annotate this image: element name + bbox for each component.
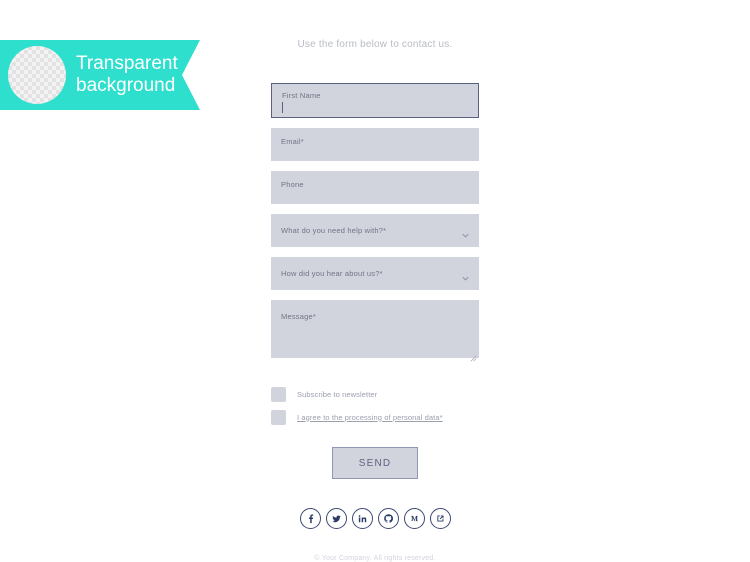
newsletter-checkbox-row[interactable]: Subscribe to newsletter <box>271 386 479 402</box>
first-name-label: First Name <box>282 91 321 100</box>
privacy-consent-checkbox-row[interactable]: I agree to the processing of personal da… <box>271 409 479 425</box>
first-name-field[interactable]: First Name <box>271 83 479 118</box>
resize-handle-icon[interactable] <box>470 349 477 362</box>
consent-checkbox-group: Subscribe to newsletter I agree to the p… <box>271 386 479 425</box>
privacy-consent-checkbox[interactable] <box>271 409 286 425</box>
github-icon[interactable] <box>377 508 399 529</box>
chevron-down-icon <box>462 269 469 281</box>
badge-label: Transparent background <box>76 53 178 96</box>
newsletter-checkbox[interactable] <box>271 386 286 402</box>
help-topic-select[interactable]: What do you need help with?* <box>271 214 479 247</box>
help-topic-label: What do you need help with?* <box>281 226 387 235</box>
email-field[interactable]: Email* <box>271 128 479 161</box>
contact-form: Use the form below to contact us. First … <box>271 0 479 562</box>
newsletter-label: Subscribe to newsletter <box>297 389 378 399</box>
email-label: Email* <box>281 137 304 146</box>
external-link-icon[interactable] <box>429 508 451 529</box>
privacy-consent-label[interactable]: I agree to the processing of personal da… <box>297 413 443 422</box>
phone-field[interactable]: Phone <box>271 171 479 204</box>
copyright-text: © Your Company. All rights reserved. <box>314 555 436 562</box>
transparent-background-badge: Transparent background <box>0 40 200 110</box>
referral-source-select[interactable]: How did you hear about us?* <box>271 257 479 290</box>
social-links <box>271 508 479 529</box>
send-button[interactable]: SEND <box>332 447 418 479</box>
facebook-icon[interactable] <box>299 508 321 529</box>
referral-source-label: How did you hear about us?* <box>281 269 383 278</box>
text-cursor <box>282 102 283 113</box>
twitter-icon[interactable] <box>325 508 347 529</box>
message-label: Message* <box>281 312 316 321</box>
chevron-down-icon <box>462 226 469 238</box>
transparency-checker-circle-icon <box>8 46 66 104</box>
medium-icon[interactable] <box>403 508 425 529</box>
linkedin-icon[interactable] <box>351 508 373 529</box>
form-intro-text: Use the form below to contact us. <box>297 39 453 50</box>
phone-label: Phone <box>281 180 304 189</box>
message-textarea[interactable]: Message* <box>271 300 479 362</box>
submit-row: SEND <box>271 447 479 479</box>
